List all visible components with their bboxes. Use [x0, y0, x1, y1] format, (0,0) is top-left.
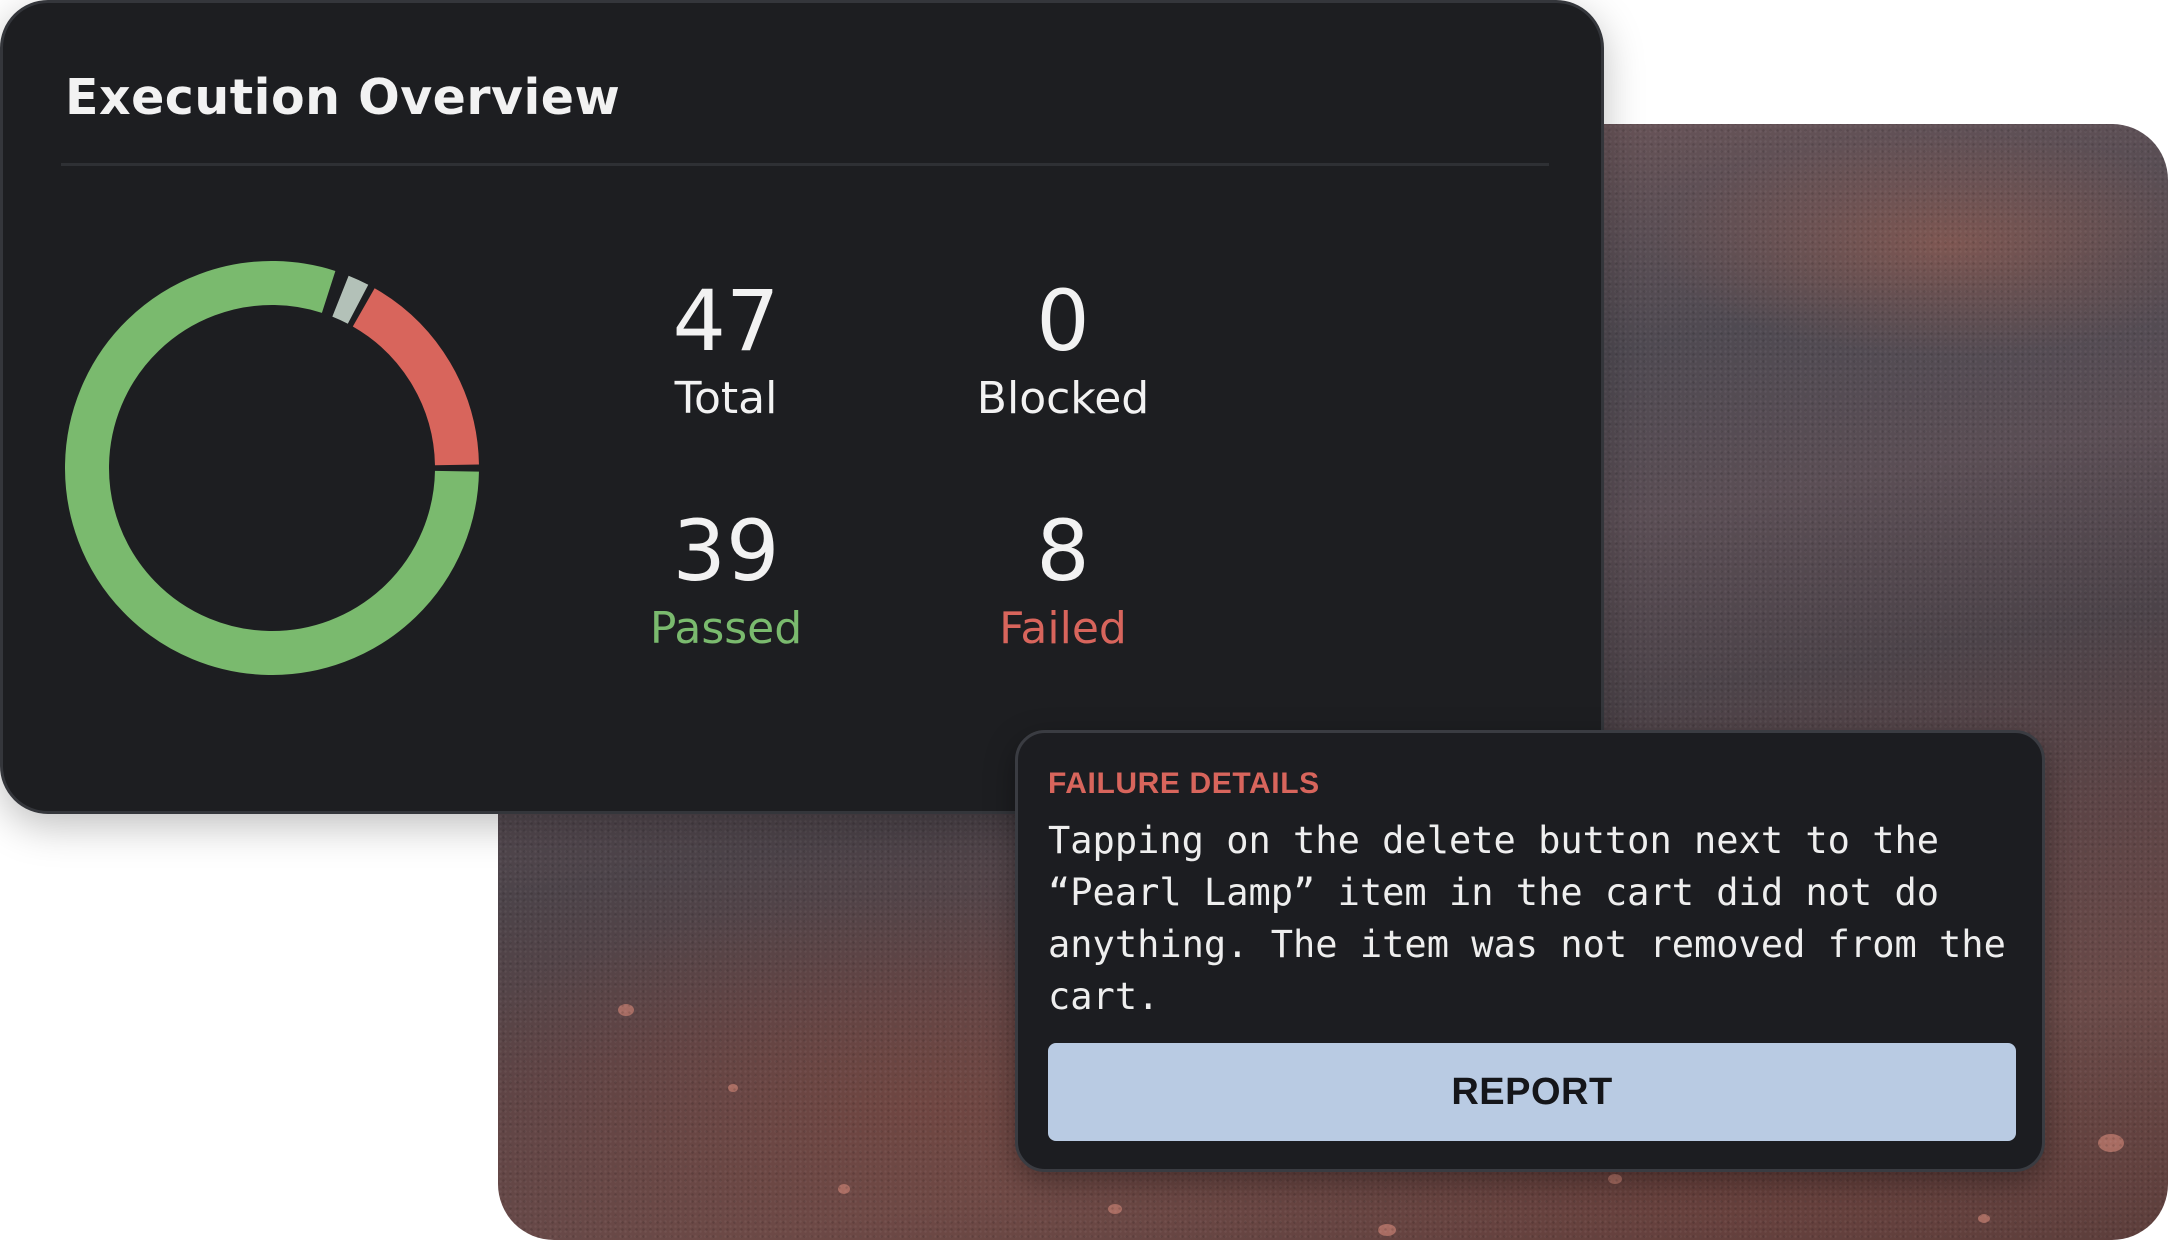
pebble: [1608, 1174, 1622, 1184]
pebble: [1108, 1204, 1122, 1214]
failure-heading: FAILURE DETAILS: [1048, 767, 1320, 800]
pebble: [1378, 1224, 1396, 1236]
stage: Execution Overview 47 Total 0 Blocked 39…: [0, 0, 2168, 1240]
blocked-value: 0: [1036, 272, 1090, 370]
stat-blocked: 0 Blocked: [903, 273, 1223, 427]
card-title: Execution Overview: [65, 69, 621, 126]
stat-failed: 8 Failed: [903, 503, 1223, 657]
total-value: 47: [672, 272, 780, 370]
pebble: [2098, 1134, 2124, 1152]
pebble: [728, 1084, 738, 1092]
stat-total: 47 Total: [566, 273, 886, 427]
stat-passed: 39 Passed: [566, 503, 886, 657]
failure-details-card: FAILURE DETAILS Tapping on the delete bu…: [1015, 730, 2045, 1172]
donut-segments: [65, 261, 479, 675]
pebble: [618, 1004, 634, 1016]
passed-value: 39: [672, 502, 780, 600]
failed-value: 8: [1036, 502, 1090, 600]
results-donut-chart: [65, 261, 479, 675]
pebble: [1978, 1214, 1990, 1223]
report-button[interactable]: REPORT: [1048, 1043, 2016, 1141]
blocked-label: Blocked: [976, 373, 1150, 424]
passed-label: Passed: [649, 603, 803, 654]
execution-overview-card: Execution Overview 47 Total 0 Blocked 39…: [0, 0, 1604, 814]
divider: [61, 163, 1549, 166]
total-label: Total: [674, 373, 778, 424]
failure-description: Tapping on the delete button next to the…: [1048, 819, 2006, 1018]
failed-label: Failed: [999, 603, 1127, 654]
pebble: [838, 1184, 850, 1194]
